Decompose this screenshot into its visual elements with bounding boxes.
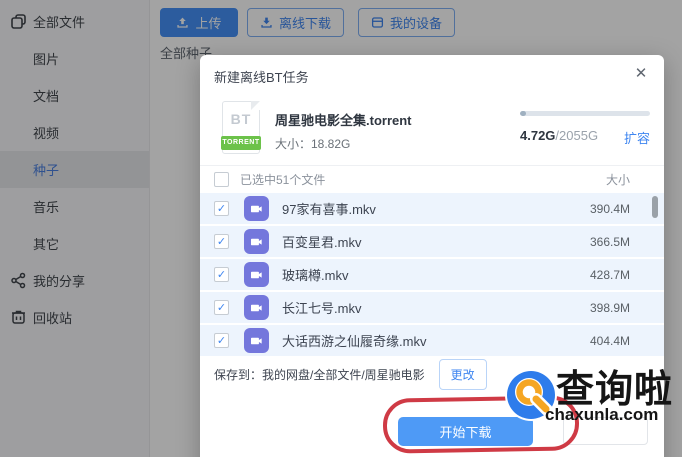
watermark: 查询啦 chaxunla.com bbox=[504, 361, 682, 431]
video-file-icon bbox=[244, 328, 269, 353]
file-name: 百变星君.mkv bbox=[282, 235, 362, 250]
screen: 全部文件 图片 文档 视频 种子 音乐 其它 我的分享 回收站 上传 离线下载 … bbox=[0, 0, 682, 457]
file-row[interactable]: ✓ 长江七号.mkv 398.9M bbox=[200, 292, 664, 323]
video-file-icon bbox=[244, 196, 269, 221]
file-checkbox[interactable]: ✓ bbox=[214, 234, 229, 249]
torrent-file-icon: BT TORRENT bbox=[221, 101, 261, 154]
video-file-icon bbox=[244, 262, 269, 287]
file-list: ✓ 97家有喜事.mkv 390.4M ✓ 百变星君.mkv 366.5M ✓ … bbox=[200, 193, 664, 358]
quota-progress-bar bbox=[520, 111, 650, 116]
video-file-icon bbox=[244, 295, 269, 320]
file-row[interactable]: ✓ 百变星君.mkv 366.5M bbox=[200, 226, 664, 257]
change-path-button[interactable]: 更改 bbox=[438, 358, 487, 390]
select-all-checkbox[interactable] bbox=[214, 171, 229, 187]
file-size: 404.4M bbox=[589, 333, 630, 348]
list-scrollbar-thumb[interactable] bbox=[652, 196, 658, 218]
file-size: 390.4M bbox=[589, 201, 630, 216]
save-path-row: 保存到：我的网盘/全部文件/周星驰电影 更改 bbox=[214, 358, 487, 390]
quota-text: 4.72G/2055G bbox=[520, 128, 598, 143]
quota-progress-fill bbox=[520, 111, 526, 116]
file-checkbox[interactable]: ✓ bbox=[214, 333, 229, 348]
file-checkbox[interactable]: ✓ bbox=[214, 201, 229, 216]
watermark-domain: chaxunla.com bbox=[545, 405, 659, 424]
file-size: 428.7M bbox=[589, 267, 630, 282]
expand-quota-link[interactable]: 扩容 bbox=[624, 128, 650, 147]
dialog-title: 新建离线BT任务 bbox=[214, 70, 309, 85]
quota-total: /2055G bbox=[555, 128, 599, 143]
close-icon[interactable]: ✕ bbox=[631, 64, 651, 84]
size-column-header: 大小 bbox=[605, 172, 630, 187]
file-size: 366.5M bbox=[589, 234, 630, 249]
file-name: 大话西游之仙履奇缘.mkv bbox=[282, 334, 427, 349]
file-list-header: 已选中51个文件 大小 bbox=[200, 165, 664, 192]
quota-used: 4.72G bbox=[520, 128, 556, 143]
torrent-name: 周星驰电影全集.torrent bbox=[275, 113, 412, 128]
torrent-size: 大小：18.82G bbox=[275, 137, 351, 151]
file-name: 97家有喜事.mkv bbox=[282, 202, 376, 217]
file-row[interactable]: ✓ 大话西游之仙履奇缘.mkv 404.4M bbox=[200, 325, 664, 356]
file-checkbox[interactable]: ✓ bbox=[214, 300, 229, 315]
file-size: 398.9M bbox=[589, 300, 630, 315]
save-path-text: 保存到：我的网盘/全部文件/周星驰电影 bbox=[214, 367, 425, 382]
file-row[interactable]: ✓ 97家有喜事.mkv 390.4M bbox=[200, 193, 664, 224]
file-row[interactable]: ✓ 玻璃樽.mkv 428.7M bbox=[200, 259, 664, 290]
file-checkbox[interactable]: ✓ bbox=[214, 267, 229, 282]
page-fold bbox=[251, 101, 260, 110]
file-name: 玻璃樽.mkv bbox=[282, 268, 349, 283]
torrent-icon-label: BT bbox=[230, 111, 252, 127]
selected-summary: 已选中51个文件 bbox=[240, 172, 326, 187]
file-name: 长江七号.mkv bbox=[282, 301, 362, 316]
torrent-icon-banner: TORRENT bbox=[221, 136, 261, 150]
video-file-icon bbox=[244, 229, 269, 254]
